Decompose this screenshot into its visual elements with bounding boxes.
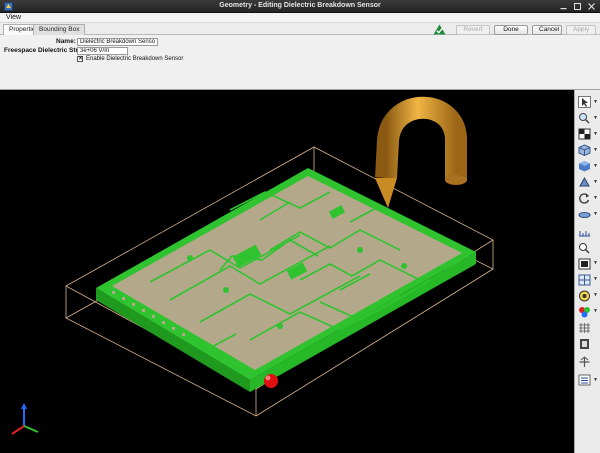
cancel-button[interactable]: Cancel	[532, 24, 562, 35]
view-cube-dropdown-icon[interactable]: ▼	[593, 147, 598, 153]
view-options-tool[interactable]	[578, 374, 591, 386]
window-title: Geometry - Editing Dielectric Breakdown …	[219, 2, 381, 9]
checker-dropdown-icon[interactable]: ▼	[593, 131, 598, 137]
name-field[interactable]	[77, 38, 158, 46]
action-buttons: Revert Done Cancel Apply	[433, 24, 596, 35]
probe-electrode	[375, 96, 467, 208]
rotate-icon	[579, 193, 590, 204]
maximize-icon	[574, 2, 581, 10]
minimize-button[interactable]	[558, 1, 569, 11]
shaded-cube-icon	[579, 161, 590, 172]
grid-icon	[579, 323, 590, 333]
slice-tool[interactable]	[578, 338, 591, 350]
enable-sensor-checkbox[interactable]: ✕	[77, 56, 83, 62]
ruler-tool[interactable]	[578, 226, 591, 238]
camera-icon	[578, 258, 591, 270]
plane-dropdown-icon[interactable]: ▼	[593, 211, 598, 217]
mesh-view-dropdown-icon[interactable]: ▼	[593, 276, 598, 282]
color-palette-tool[interactable]	[578, 306, 591, 318]
view-cube-icon	[578, 144, 591, 156]
view-options-icon	[578, 374, 591, 386]
rotate-dropdown-icon[interactable]: ▼	[593, 195, 598, 201]
title-bar: Geometry - Editing Dielectric Breakdown …	[0, 0, 600, 13]
ruler-icon	[579, 231, 590, 237]
dielectric-strength-field[interactable]	[77, 47, 128, 55]
camera-tool[interactable]	[578, 258, 591, 270]
mesh-view-tool[interactable]	[578, 274, 591, 286]
xyz-axes-icon	[11, 403, 39, 435]
select-icon	[578, 96, 591, 108]
wire-solid-tool[interactable]	[578, 176, 591, 188]
checker-tool[interactable]	[578, 128, 591, 140]
rotate-tool[interactable]	[578, 192, 591, 204]
plane-icon	[578, 212, 591, 218]
done-button[interactable]: Done	[494, 24, 528, 35]
menu-view[interactable]: View	[6, 14, 21, 21]
3d-viewport[interactable]	[0, 90, 574, 453]
properties-panel: Name: Freespace Dielectric Strength: ✕ E…	[0, 35, 600, 90]
select-tool[interactable]	[578, 96, 591, 108]
maximize-button[interactable]	[572, 1, 583, 11]
camera-dropdown-icon[interactable]: ▼	[593, 260, 598, 266]
validation-check-icon	[433, 24, 446, 35]
sensor-marker	[264, 374, 278, 388]
material-dropdown-icon[interactable]: ▼	[593, 292, 598, 298]
close-button[interactable]	[586, 1, 597, 11]
view-options-dropdown-icon[interactable]: ▼	[593, 377, 598, 383]
minimize-icon	[560, 7, 567, 9]
mesh-view-icon	[578, 274, 591, 286]
tab-bounding-box[interactable]: Bounding Box	[33, 24, 86, 35]
material-icon	[579, 290, 590, 302]
view-cube-tool[interactable]	[578, 144, 591, 156]
name-label: Name:	[56, 38, 76, 45]
pan-tool[interactable]	[578, 356, 591, 368]
revert-button[interactable]: Revert	[456, 24, 490, 35]
zoom-icon	[579, 113, 590, 124]
select-dropdown-icon[interactable]: ▼	[593, 99, 598, 105]
enable-sensor-label: Enable Dielectric Breakdown Sensor	[86, 56, 184, 62]
wire-solid-icon	[579, 176, 590, 187]
enable-sensor-row: ✕ Enable Dielectric Breakdown Sensor	[77, 56, 183, 62]
zoom-tool[interactable]	[578, 112, 591, 124]
zoom-dropdown-icon[interactable]: ▼	[593, 115, 598, 121]
shaded-cube-tool[interactable]	[578, 160, 591, 172]
apply-button[interactable]: Apply	[566, 24, 596, 35]
scene	[11, 96, 494, 435]
probe-point-icon	[579, 243, 590, 254]
menu-bar: View	[0, 13, 600, 23]
wire-solid-dropdown-icon[interactable]: ▼	[593, 179, 598, 185]
checker-icon	[578, 128, 591, 140]
grid-tool[interactable]	[578, 322, 591, 334]
probe-point-tool[interactable]	[578, 242, 591, 254]
pan-icon	[579, 356, 590, 367]
color-palette-dropdown-icon[interactable]: ▼	[593, 308, 598, 314]
color-palette-icon	[579, 307, 590, 318]
shaded-cube-dropdown-icon[interactable]: ▼	[593, 163, 598, 169]
slice-icon	[580, 339, 589, 349]
close-icon	[588, 2, 595, 10]
plane-tool[interactable]	[578, 208, 591, 220]
material-tool[interactable]	[578, 290, 591, 302]
view-toolbar: ▼ ▼ ▼ ▼ ▼ ▼ ▼ ▼ ▼ ▼ ▼ ▼ ▼	[574, 90, 600, 453]
